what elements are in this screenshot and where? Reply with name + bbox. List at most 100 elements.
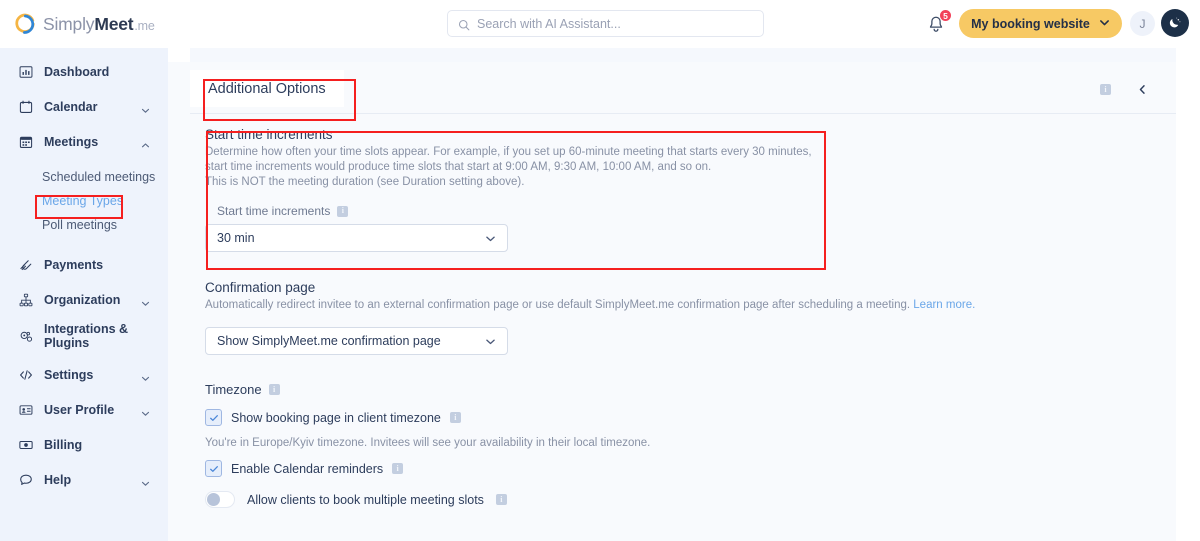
chevron-down-icon: [1099, 17, 1110, 31]
desc-line-3: This is NOT the meeting duration (see Du…: [205, 175, 525, 188]
main-content: Additional Options i Start time incremen…: [190, 62, 1176, 541]
sidebar-item-settings[interactable]: Settings: [0, 357, 168, 392]
chat-bubble-icon: [18, 472, 33, 487]
desc-text: Automatically redirect invitee to an ext…: [205, 299, 911, 312]
sidebar-item-help[interactable]: Help: [0, 462, 168, 497]
logo-wordmark: Simply Meet .me: [43, 14, 155, 35]
search-placeholder: Search with AI Assistant...: [477, 16, 621, 31]
notification-count-badge: 5: [939, 9, 952, 22]
section-confirmation-page: Confirmation page Automatically redirect…: [190, 252, 1176, 356]
chevron-up-icon[interactable]: [141, 137, 150, 148]
section-description: Determine how often your time slots appe…: [205, 145, 1176, 189]
avatar-initial: J: [1139, 16, 1146, 31]
checkbox-label: Show booking page in client timezone: [231, 410, 441, 425]
section-title: Start time increments: [205, 127, 333, 142]
search-input[interactable]: Search with AI Assistant...: [447, 10, 764, 37]
field-label-text: Start time increments: [217, 204, 331, 219]
sidebar-item-organization[interactable]: Organization: [0, 282, 168, 317]
timezone-note: You're in Europe/Kyiv timezone. Invitees…: [205, 437, 651, 450]
chevron-down-icon: [485, 336, 496, 347]
sidebar-item-payments[interactable]: Payments: [0, 247, 168, 282]
checkbox-label: Enable Calendar reminders: [231, 461, 384, 476]
payments-icon: [18, 257, 33, 272]
chevron-down-icon[interactable]: [141, 405, 150, 416]
tabs-row: Additional Options i: [190, 62, 1176, 114]
learn-more-link[interactable]: Learn more.: [913, 299, 975, 311]
select-value: 30 min: [217, 231, 255, 246]
info-icon[interactable]: i: [449, 412, 461, 424]
sidebar-item-label: Calendar: [44, 99, 98, 114]
sidebar-item-calendar[interactable]: Calendar: [0, 89, 168, 124]
chart-bar-icon: [18, 64, 33, 79]
notifications-button[interactable]: 5: [925, 9, 952, 36]
app-root: Simply Meet .me Search with AI Assistant..…: [0, 0, 1200, 541]
sidebar-item-label: Meetings: [44, 134, 99, 149]
avatar[interactable]: J: [1130, 11, 1155, 36]
sidebar: Dashboard Calendar Meetings Scheduled me…: [0, 48, 168, 541]
enable-calendar-reminders-checkbox[interactable]: [205, 460, 222, 478]
confirmation-page-select[interactable]: Show SimplyMeet.me confirmation page: [205, 327, 508, 356]
section-title: Confirmation page: [205, 280, 316, 296]
theme-toggle-button[interactable]: [1161, 9, 1189, 37]
banknote-icon: [18, 437, 33, 452]
sidebar-item-label: Settings: [44, 367, 94, 382]
chevron-down-icon: [485, 233, 496, 244]
plugins-icon: [18, 330, 33, 345]
toggle-knob: [207, 493, 220, 507]
app-logo[interactable]: Simply Meet .me: [14, 13, 155, 35]
info-icon[interactable]: i: [268, 384, 280, 396]
check-icon: [209, 465, 218, 472]
top-strip: [190, 48, 1176, 62]
show-booking-page-client-timezone-checkbox[interactable]: [205, 409, 222, 427]
sidebar-item-integrations-plugins[interactable]: Integrations & Plugins: [0, 317, 168, 357]
info-icon[interactable]: i: [337, 205, 349, 217]
info-icon[interactable]: i: [495, 494, 507, 506]
sidebar-item-scheduled-meetings[interactable]: Scheduled meetings: [0, 165, 168, 189]
my-booking-website-button[interactable]: My booking website: [959, 9, 1122, 38]
sidebar-item-meetings[interactable]: Meetings: [0, 124, 168, 159]
desc-line-1: Determine how often your time slots appe…: [205, 146, 812, 158]
sidebar-item-label: Integrations & Plugins: [44, 322, 129, 350]
toggle-label: Allow clients to book multiple meeting s…: [247, 492, 484, 507]
search-icon: [458, 18, 470, 30]
sub-item-label: Scheduled meetings: [42, 170, 156, 184]
tab-label: Additional Options: [208, 80, 326, 97]
start-time-increments-select[interactable]: 30 min: [205, 224, 508, 253]
sidebar-item-label: Billing: [44, 437, 83, 452]
start-time-increments-field-label: Start time increments i: [217, 204, 1176, 218]
sidebar-item-dashboard[interactable]: Dashboard: [0, 54, 168, 89]
section-timezone: Timezone i Show booking page in client t…: [190, 355, 1176, 509]
sidebar-item-label: Help: [44, 472, 72, 487]
chevron-left-icon[interactable]: [1137, 82, 1148, 94]
sidebar-item-label: Payments: [44, 257, 104, 272]
booking-button-label: My booking website: [971, 16, 1090, 31]
calendar-icon: [18, 99, 33, 114]
sidebar-item-label: User Profile: [44, 402, 115, 417]
sidebar-item-user-profile[interactable]: User Profile: [0, 392, 168, 427]
top-bar: Simply Meet .me Search with AI Assistant..…: [0, 0, 1200, 48]
chevron-down-icon[interactable]: [141, 475, 150, 486]
tab-additional-options[interactable]: Additional Options: [190, 70, 344, 107]
info-icon[interactable]: i: [392, 463, 404, 475]
checkbox-row-client-timezone[interactable]: Show booking page in client timezone i: [205, 409, 1176, 427]
main-panel: Additional Options i Start time incremen…: [168, 62, 1176, 541]
chevron-down-icon[interactable]: [141, 370, 150, 381]
sidebar-item-label: Organization: [44, 292, 121, 307]
code-icon: [18, 367, 33, 382]
logo-meet-text: Meet: [94, 13, 134, 34]
timezone-title: Timezone i: [205, 382, 1176, 397]
logo-simply-text: Simply: [43, 13, 95, 34]
header-info-icon[interactable]: i: [1100, 84, 1111, 95]
section-description: Automatically redirect invitee to an ext…: [205, 298, 1176, 313]
checkbox-row-calendar-reminders[interactable]: Enable Calendar reminders i: [205, 460, 1176, 478]
section-start-time-increments: Start time increments Determine how ofte…: [190, 114, 1176, 253]
simplymeet-logo-icon: [14, 13, 36, 35]
id-card-icon: [18, 402, 33, 417]
allow-multiple-slots-toggle[interactable]: [205, 491, 235, 509]
toggle-row-multiple-slots[interactable]: Allow clients to book multiple meeting s…: [205, 491, 1176, 509]
chevron-down-icon[interactable]: [141, 295, 150, 306]
chevron-down-icon[interactable]: [141, 102, 150, 113]
sidebar-item-meeting-types[interactable]: Meeting Types: [0, 189, 168, 213]
sidebar-item-billing[interactable]: Billing: [0, 427, 168, 462]
sidebar-item-poll-meetings[interactable]: Poll meetings: [0, 213, 168, 237]
